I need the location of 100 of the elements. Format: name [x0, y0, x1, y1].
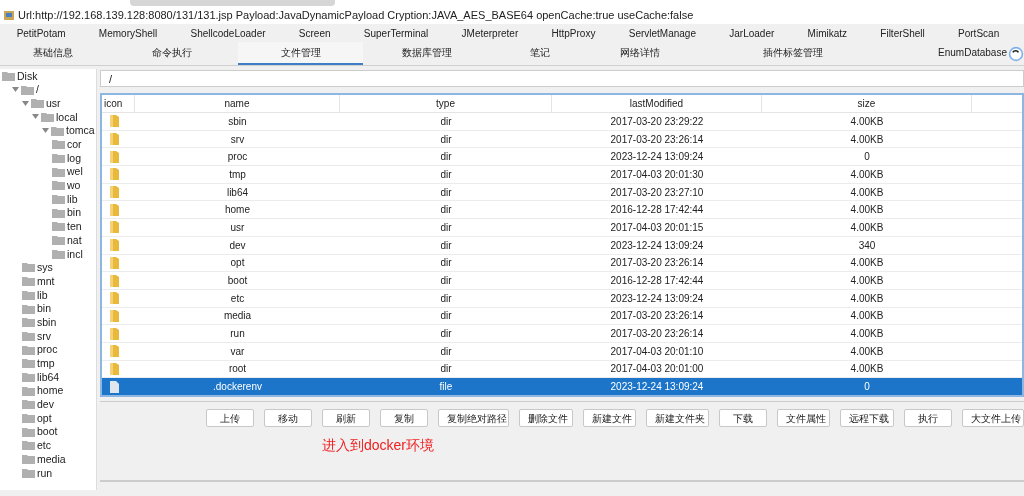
folder-icon	[52, 152, 65, 163]
caret-icon[interactable]	[32, 113, 39, 121]
folder-icon	[22, 303, 35, 314]
table-cell-text: boot	[226, 274, 249, 289]
column-header[interactable]: lastModified	[552, 95, 762, 112]
plugin-tab[interactable]: PortScan	[958, 25, 1000, 41]
tree-item[interactable]: local	[56, 111, 78, 123]
folder-icon	[52, 194, 65, 205]
path-field[interactable]: /	[100, 70, 1024, 87]
tree-item[interactable]: sbin	[37, 316, 57, 328]
tab[interactable]: 命令执行	[106, 42, 238, 65]
table-cell-text: tmp	[228, 167, 247, 182]
tree-item[interactable]: dev	[37, 399, 54, 410]
folder-icon	[110, 345, 119, 358]
window-title: Url:http://192.168.139.128:8080/131/131.jsp Payload:JavaDynamicPayload Cryption:JAVA_AES_BASE64 openCache:true useCache:false	[18, 7, 694, 23]
tab[interactable]: 笔记	[490, 42, 590, 65]
column-header[interactable]: type	[340, 95, 552, 112]
plugin-tab[interactable]: Mimikatz	[807, 25, 848, 41]
tree-item[interactable]: home	[37, 385, 64, 396]
table-cell-text: etc	[229, 291, 246, 306]
tree-item[interactable]: incl	[67, 248, 83, 260]
tree-item[interactable]: sys	[37, 262, 53, 273]
tree-item[interactable]: bin	[37, 303, 51, 314]
tree-item[interactable]: lib64	[37, 371, 60, 383]
plugin-tab[interactable]: ShellcodeLoader	[190, 25, 266, 41]
table-cell-text: 2017-03-20 23:26:14	[609, 309, 705, 324]
action-button[interactable]: 文件属性	[776, 409, 831, 427]
plugin-tab[interactable]: SuperTerminal	[363, 25, 429, 41]
tree-item[interactable]: opt	[37, 412, 52, 424]
action-button[interactable]: 大文件上传	[961, 409, 1024, 427]
tab[interactable]: 基础信息	[0, 42, 106, 65]
column-header[interactable]: size	[762, 95, 972, 112]
folder-icon	[22, 399, 35, 410]
tree-item[interactable]: run	[37, 467, 53, 479]
tab[interactable]: 数据库管理	[363, 42, 490, 65]
action-button[interactable]: 远程下载	[840, 409, 894, 427]
tree-item[interactable]: media	[37, 453, 66, 465]
column-header[interactable]: icon	[102, 95, 135, 112]
action-button[interactable]: 新建文件夹	[646, 409, 709, 427]
tab[interactable]: 网络详情	[590, 42, 690, 65]
tree-item[interactable]: etc	[37, 440, 51, 451]
action-button[interactable]: 刷新	[322, 409, 370, 427]
folder-icon	[110, 362, 119, 375]
tree-item[interactable]: Disk	[17, 70, 38, 82]
table-cell-text: 4.00KB	[849, 185, 885, 200]
tree-item[interactable]: srv	[37, 330, 51, 342]
tree-item[interactable]: lib	[67, 193, 78, 205]
plugin-tab[interactable]: FilterShell	[880, 25, 925, 41]
plugin-tab[interactable]: JarLoader	[729, 25, 775, 41]
action-button[interactable]: 复制绝对路径	[438, 409, 510, 427]
table-cell-text: dir	[439, 274, 453, 289]
plugin-tab[interactable]: PetitPotam	[16, 25, 66, 41]
table-cell-text: dir	[439, 256, 453, 271]
tree-item[interactable]: tmp	[37, 358, 55, 369]
plugin-tab[interactable]: HttpProxy	[551, 25, 596, 41]
plugin-tab[interactable]: JMeterpreter	[461, 25, 519, 41]
tree-item[interactable]: usr	[46, 97, 61, 109]
tab[interactable]: 插件标签管理	[690, 42, 895, 65]
folder-icon	[110, 309, 119, 322]
tree-item[interactable]: cor	[67, 139, 82, 150]
tree-item[interactable]: proc	[37, 344, 58, 355]
file-icon	[110, 380, 119, 393]
tab[interactable]: EnumDatabase	[895, 42, 1007, 65]
table-cell-text: dir	[439, 309, 453, 324]
action-button[interactable]: 移动	[264, 409, 312, 427]
tab[interactable]: 文件管理	[238, 42, 363, 65]
caret-icon[interactable]	[12, 86, 19, 94]
column-header[interactable]: name	[135, 95, 340, 112]
action-button[interactable]: 下载	[718, 409, 767, 427]
table-cell-text: 2017-04-03 20:01:30	[609, 167, 705, 182]
tree-item[interactable]: /	[36, 84, 39, 95]
table-cell-text: dir	[439, 114, 453, 129]
tree-item[interactable]: wo	[67, 180, 81, 191]
caret-icon[interactable]	[42, 127, 49, 135]
folder-icon	[51, 125, 64, 136]
action-button[interactable]: 执行	[903, 409, 952, 427]
tree-item[interactable]: nat	[67, 234, 82, 246]
action-button[interactable]: 删除文件	[519, 409, 573, 427]
folder-icon	[52, 207, 65, 218]
action-button[interactable]: 上传	[206, 409, 254, 427]
table-cell-text: dir	[439, 132, 453, 147]
tree-item[interactable]: tomca	[66, 125, 95, 136]
plugin-tab[interactable]: MemoryShell	[98, 25, 158, 41]
table-cell-text: 2017-03-20 23:26:14	[609, 256, 705, 271]
action-button[interactable]: 新建文件	[582, 409, 637, 427]
table-cell-text: lib64	[225, 185, 250, 200]
tree-item[interactable]: mnt	[37, 275, 55, 287]
tree-item[interactable]: log	[67, 152, 81, 164]
caret-icon[interactable]	[22, 99, 29, 107]
table-cell-text: 4.00KB	[849, 203, 885, 218]
action-button[interactable]: 复制	[380, 409, 428, 427]
tree-item[interactable]: ten	[67, 221, 82, 232]
folder-icon	[110, 186, 119, 199]
tree-item[interactable]: wel	[67, 166, 83, 177]
tree-item[interactable]: boot	[37, 426, 58, 437]
table-cell-text: 4.00KB	[849, 114, 885, 129]
tree-item[interactable]: lib	[37, 289, 48, 301]
plugin-tab[interactable]: Screen	[298, 25, 331, 41]
plugin-tab[interactable]: ServletManage	[628, 25, 696, 41]
tree-item[interactable]: bin	[67, 207, 81, 218]
